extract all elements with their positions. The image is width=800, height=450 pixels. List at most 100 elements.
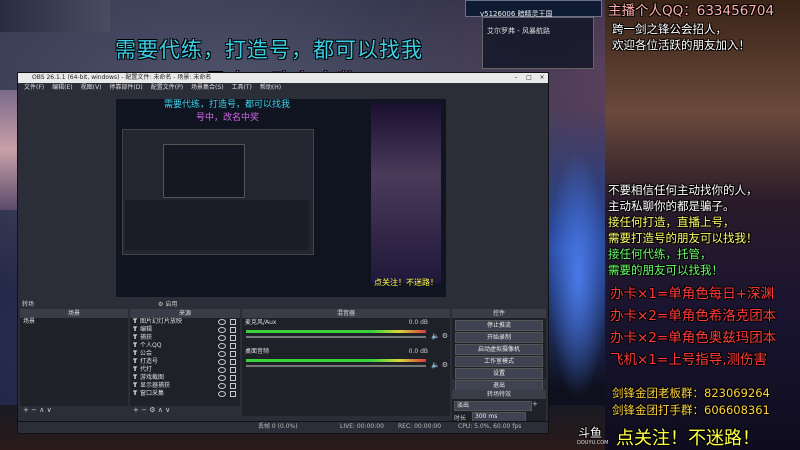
studio-mode-button[interactable]: 工作室模式 xyxy=(455,356,543,367)
volume-slider[interactable] xyxy=(246,365,426,367)
maximize-icon[interactable]: □ xyxy=(523,73,535,83)
notice-block: 不要相信任何主动找你的人， 主动私聊你的都是骗子。 接任何打造，直播上号， 需要打造号… xyxy=(608,183,758,279)
visibility-eye-icon[interactable] xyxy=(218,351,226,357)
text-source-icon: T xyxy=(133,382,138,389)
text-source-icon: T xyxy=(133,358,138,365)
menu-profile[interactable]: 配置文件(P) xyxy=(151,83,183,92)
menu-scene-collection[interactable]: 场景集合(S) xyxy=(191,83,224,92)
source-item[interactable]: T 个人QQ xyxy=(130,342,240,350)
minimize-icon[interactable]: – xyxy=(510,73,522,83)
lock-icon[interactable] xyxy=(230,359,236,365)
remove-scene-button[interactable]: − xyxy=(31,406,37,414)
source-item-label: 游戏截图 xyxy=(140,374,165,381)
obs-status-bar: 丢帧 0 (0.0%) LIVE: 00:00:00 REC: 00:00:00… xyxy=(18,421,548,432)
worker-group-line: 剑锋金团打手群：606608361 xyxy=(612,403,770,417)
gear-icon[interactable]: ⚙ xyxy=(442,361,448,369)
controls-dock: 控件 停止推流 开始录制 启动虚拟摄像机 工作室模式 设置 退出 转场特效 淡出… xyxy=(452,309,546,429)
lock-icon[interactable] xyxy=(230,383,236,389)
scene-item[interactable]: 场景 xyxy=(20,318,128,326)
lock-icon[interactable] xyxy=(230,327,236,333)
menu-help[interactable]: 帮助(H) xyxy=(260,83,281,92)
source-item[interactable]: T 编辑 xyxy=(130,326,240,334)
price-line: 办卡×2=单角色奥兹玛团本 xyxy=(610,330,777,346)
source-properties-icon[interactable]: ⚙ xyxy=(149,406,155,414)
text-source-icon: T xyxy=(133,366,138,373)
transition-select-value: 淡出 xyxy=(457,402,470,409)
remove-source-button[interactable]: − xyxy=(141,406,147,414)
visibility-eye-icon[interactable] xyxy=(218,367,226,373)
stop-streaming-button[interactable]: 停止推流 xyxy=(455,320,543,331)
mixer-channel-name: 桌面音频 xyxy=(245,348,270,355)
gear-icon: ⚙ xyxy=(158,301,164,308)
menu-edit[interactable]: 编辑(E) xyxy=(52,83,72,92)
lock-icon[interactable] xyxy=(230,391,236,397)
studio-toggle-label: 启用 xyxy=(165,301,178,308)
status-cpu: CPU: 5.0%, 60.00 fps xyxy=(458,423,522,430)
source-item[interactable]: T 游戏截图 xyxy=(130,374,240,382)
preview-banner-line1: 需要代练，打造号，都可以找我 xyxy=(164,100,291,110)
menu-docks[interactable]: 停靠部件(D) xyxy=(109,83,142,92)
text-source-icon: T xyxy=(133,318,138,325)
speaker-icon[interactable]: 🔈 xyxy=(431,361,440,369)
source-item[interactable]: T 图片幻灯片放映 xyxy=(130,318,240,326)
scenes-dock: 场景 场景 + − ∧ ∨ xyxy=(20,309,128,419)
close-icon[interactable]: × xyxy=(536,73,548,83)
menu-view[interactable]: 视图(V) xyxy=(81,83,102,92)
douyu-watermark-sub: DOUYU.COM xyxy=(577,440,609,446)
scene-transition-label: 转场 xyxy=(22,301,35,308)
visibility-eye-icon[interactable] xyxy=(218,327,226,333)
lock-icon[interactable] xyxy=(230,367,236,373)
menu-tools[interactable]: 工具(T) xyxy=(232,83,252,92)
visibility-eye-icon[interactable] xyxy=(218,359,226,365)
notice-line: 不要相信任何主动找你的人， xyxy=(608,183,758,197)
visibility-eye-icon[interactable] xyxy=(218,375,226,381)
game-top-bar xyxy=(0,0,110,32)
move-down-icon[interactable]: ∨ xyxy=(165,406,170,414)
move-up-icon[interactable]: ∧ xyxy=(39,406,44,414)
speaker-icon[interactable]: 🔈 xyxy=(431,332,440,340)
visibility-eye-icon[interactable] xyxy=(218,335,226,341)
obs-preview[interactable]: 需要代练，打造号，都可以找我 号中，改名中奖 点关注！不迷路！ xyxy=(116,99,446,297)
text-source-icon: T xyxy=(133,350,138,357)
lock-icon[interactable] xyxy=(230,375,236,381)
source-item[interactable]: T 显示器捕获 xyxy=(130,382,240,390)
visibility-eye-icon[interactable] xyxy=(218,383,226,389)
lock-icon[interactable] xyxy=(230,351,236,357)
source-item[interactable]: T 打造号 xyxy=(130,358,240,366)
settings-button[interactable]: 设置 xyxy=(455,368,543,379)
move-up-icon[interactable]: ∧ xyxy=(158,406,163,414)
lock-icon[interactable] xyxy=(230,343,236,349)
visibility-eye-icon[interactable] xyxy=(218,391,226,397)
add-transition-button[interactable]: + xyxy=(532,400,538,408)
source-item[interactable]: T 代打 xyxy=(130,366,240,374)
source-item[interactable]: T 窗口采集 xyxy=(130,390,240,398)
preview-banner-line2: 号中，改名中奖 xyxy=(196,113,260,123)
transition-select[interactable]: 淡出 xyxy=(454,401,532,411)
source-item[interactable]: T 捕获 xyxy=(130,334,240,342)
source-item-label: 显示器捕获 xyxy=(140,382,171,389)
notice-line: 接任何代练，托管， xyxy=(608,247,712,261)
add-scene-button[interactable]: + xyxy=(23,406,29,414)
source-item[interactable]: T 公会 xyxy=(130,350,240,358)
studio-toggle[interactable]: ⚙ 启用 xyxy=(158,299,177,308)
status-rec: REC: 00:00:00 xyxy=(398,423,442,430)
notice-line: 需要的朋友可以找我！ xyxy=(608,263,723,277)
start-recording-button[interactable]: 开始录制 xyxy=(455,332,543,343)
mixer-channel-name: 麦克风/Aux xyxy=(245,319,277,326)
menu-file[interactable]: 文件(F) xyxy=(24,83,44,92)
mixer-meter xyxy=(246,330,426,333)
lock-icon[interactable] xyxy=(230,319,236,325)
move-down-icon[interactable]: ∨ xyxy=(47,406,52,414)
mixer-channel-level: 0.0 dB xyxy=(408,348,428,355)
gear-icon[interactable]: ⚙ xyxy=(442,332,448,340)
source-item-label: 窗口采集 xyxy=(140,390,165,397)
lock-icon[interactable] xyxy=(230,335,236,341)
mixer-channel-level: 0.0 dB xyxy=(408,319,428,326)
add-source-button[interactable]: + xyxy=(133,406,139,414)
virtual-camera-button[interactable]: 启动虚拟摄像机 xyxy=(455,344,543,355)
source-item-label: 编辑 xyxy=(140,326,153,333)
visibility-eye-icon[interactable] xyxy=(218,343,226,349)
price-line: 办卡×2=单角色希洛克团本 xyxy=(610,308,777,324)
visibility-eye-icon[interactable] xyxy=(218,319,226,325)
volume-slider[interactable] xyxy=(246,336,426,338)
